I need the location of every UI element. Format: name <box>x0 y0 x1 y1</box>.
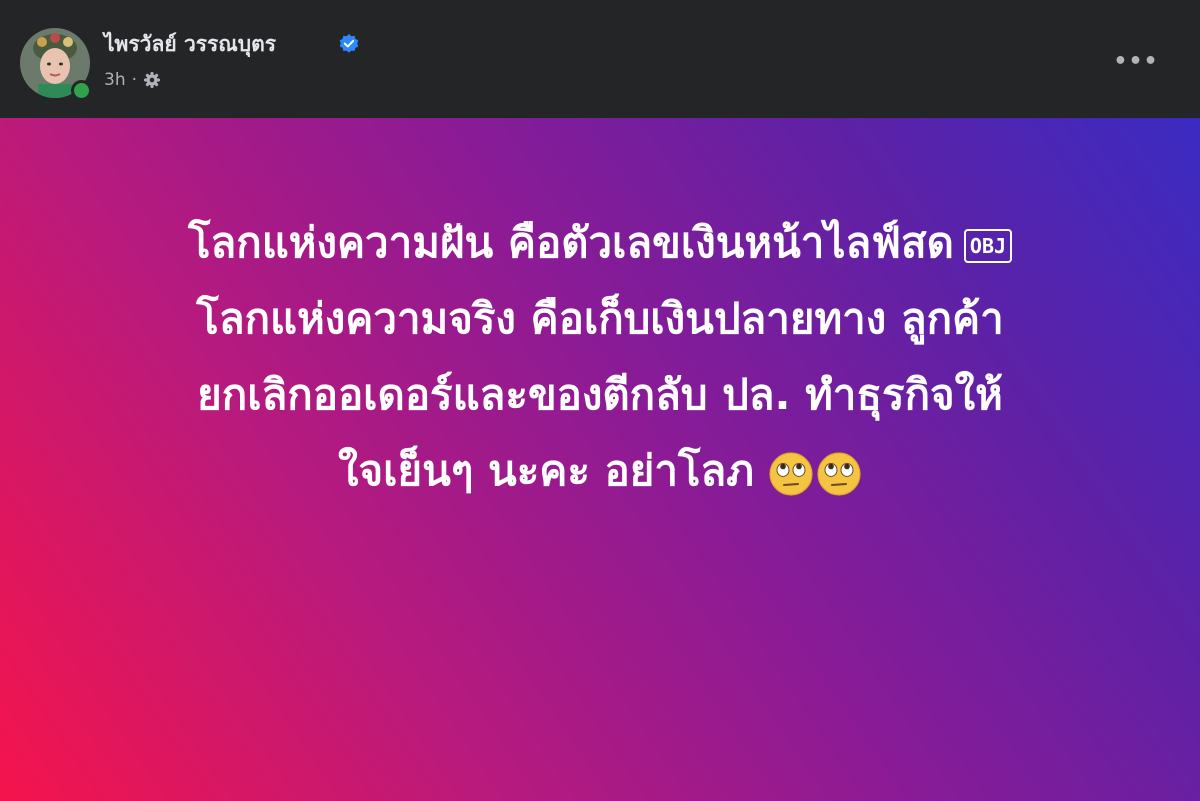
post-timestamp-link[interactable]: 3h <box>104 68 126 92</box>
post-text-line: ยกเลิกออเดอร์และของตีกลับ ปล. ทำธุรกิจให… <box>197 370 1003 419</box>
face-with-rolling-eyes-icon <box>817 451 861 496</box>
post-header: ไพรวัลย์ วรรณบุตร 3h · ••• <box>0 0 1200 118</box>
post-text-line: โลกแห่งความจริง คือเก็บเงินปลายทาง ลูกค้… <box>196 294 1004 343</box>
post-text-line: โลกแห่งความฝัน คือตัวเลขเงินหน้าไลฟ์สด OB… <box>40 205 1160 281</box>
more-options-button[interactable]: ••• <box>1113 44 1157 80</box>
face-with-rolling-eyes-icon <box>769 451 813 496</box>
post-card: ไพรวัลย์ วรรณบุตร 3h · ••• โลกแห่งความฝั… <box>0 0 1200 801</box>
post-text-segment: โลกแห่งความฝัน คือตัวเลขเงินหน้าไลฟ์สด <box>187 218 954 267</box>
verified-badge-icon <box>339 34 359 53</box>
post-text-body: โลกแห่งความฝัน คือตัวเลขเงินหน้าไลฟ์สด OB… <box>40 205 1160 509</box>
author-name-link[interactable]: ไพรวัลย์ วรรณบุตร <box>104 30 276 58</box>
online-status-dot <box>71 80 92 101</box>
gear-icon[interactable] <box>143 71 161 89</box>
meta-separator: · <box>131 70 137 90</box>
post-text-segment: ใจเย็นๆ นะคะ อย่าโลภ <box>338 446 754 495</box>
author-avatar-button[interactable] <box>20 28 92 101</box>
more-options-icon: ••• <box>1113 49 1159 74</box>
object-replacement-glyph: OBJ <box>963 228 1013 263</box>
post-meta: 3h · <box>104 68 161 92</box>
post-text-line: ใจเย็นๆ นะคะ อย่าโลภ <box>40 433 1160 509</box>
